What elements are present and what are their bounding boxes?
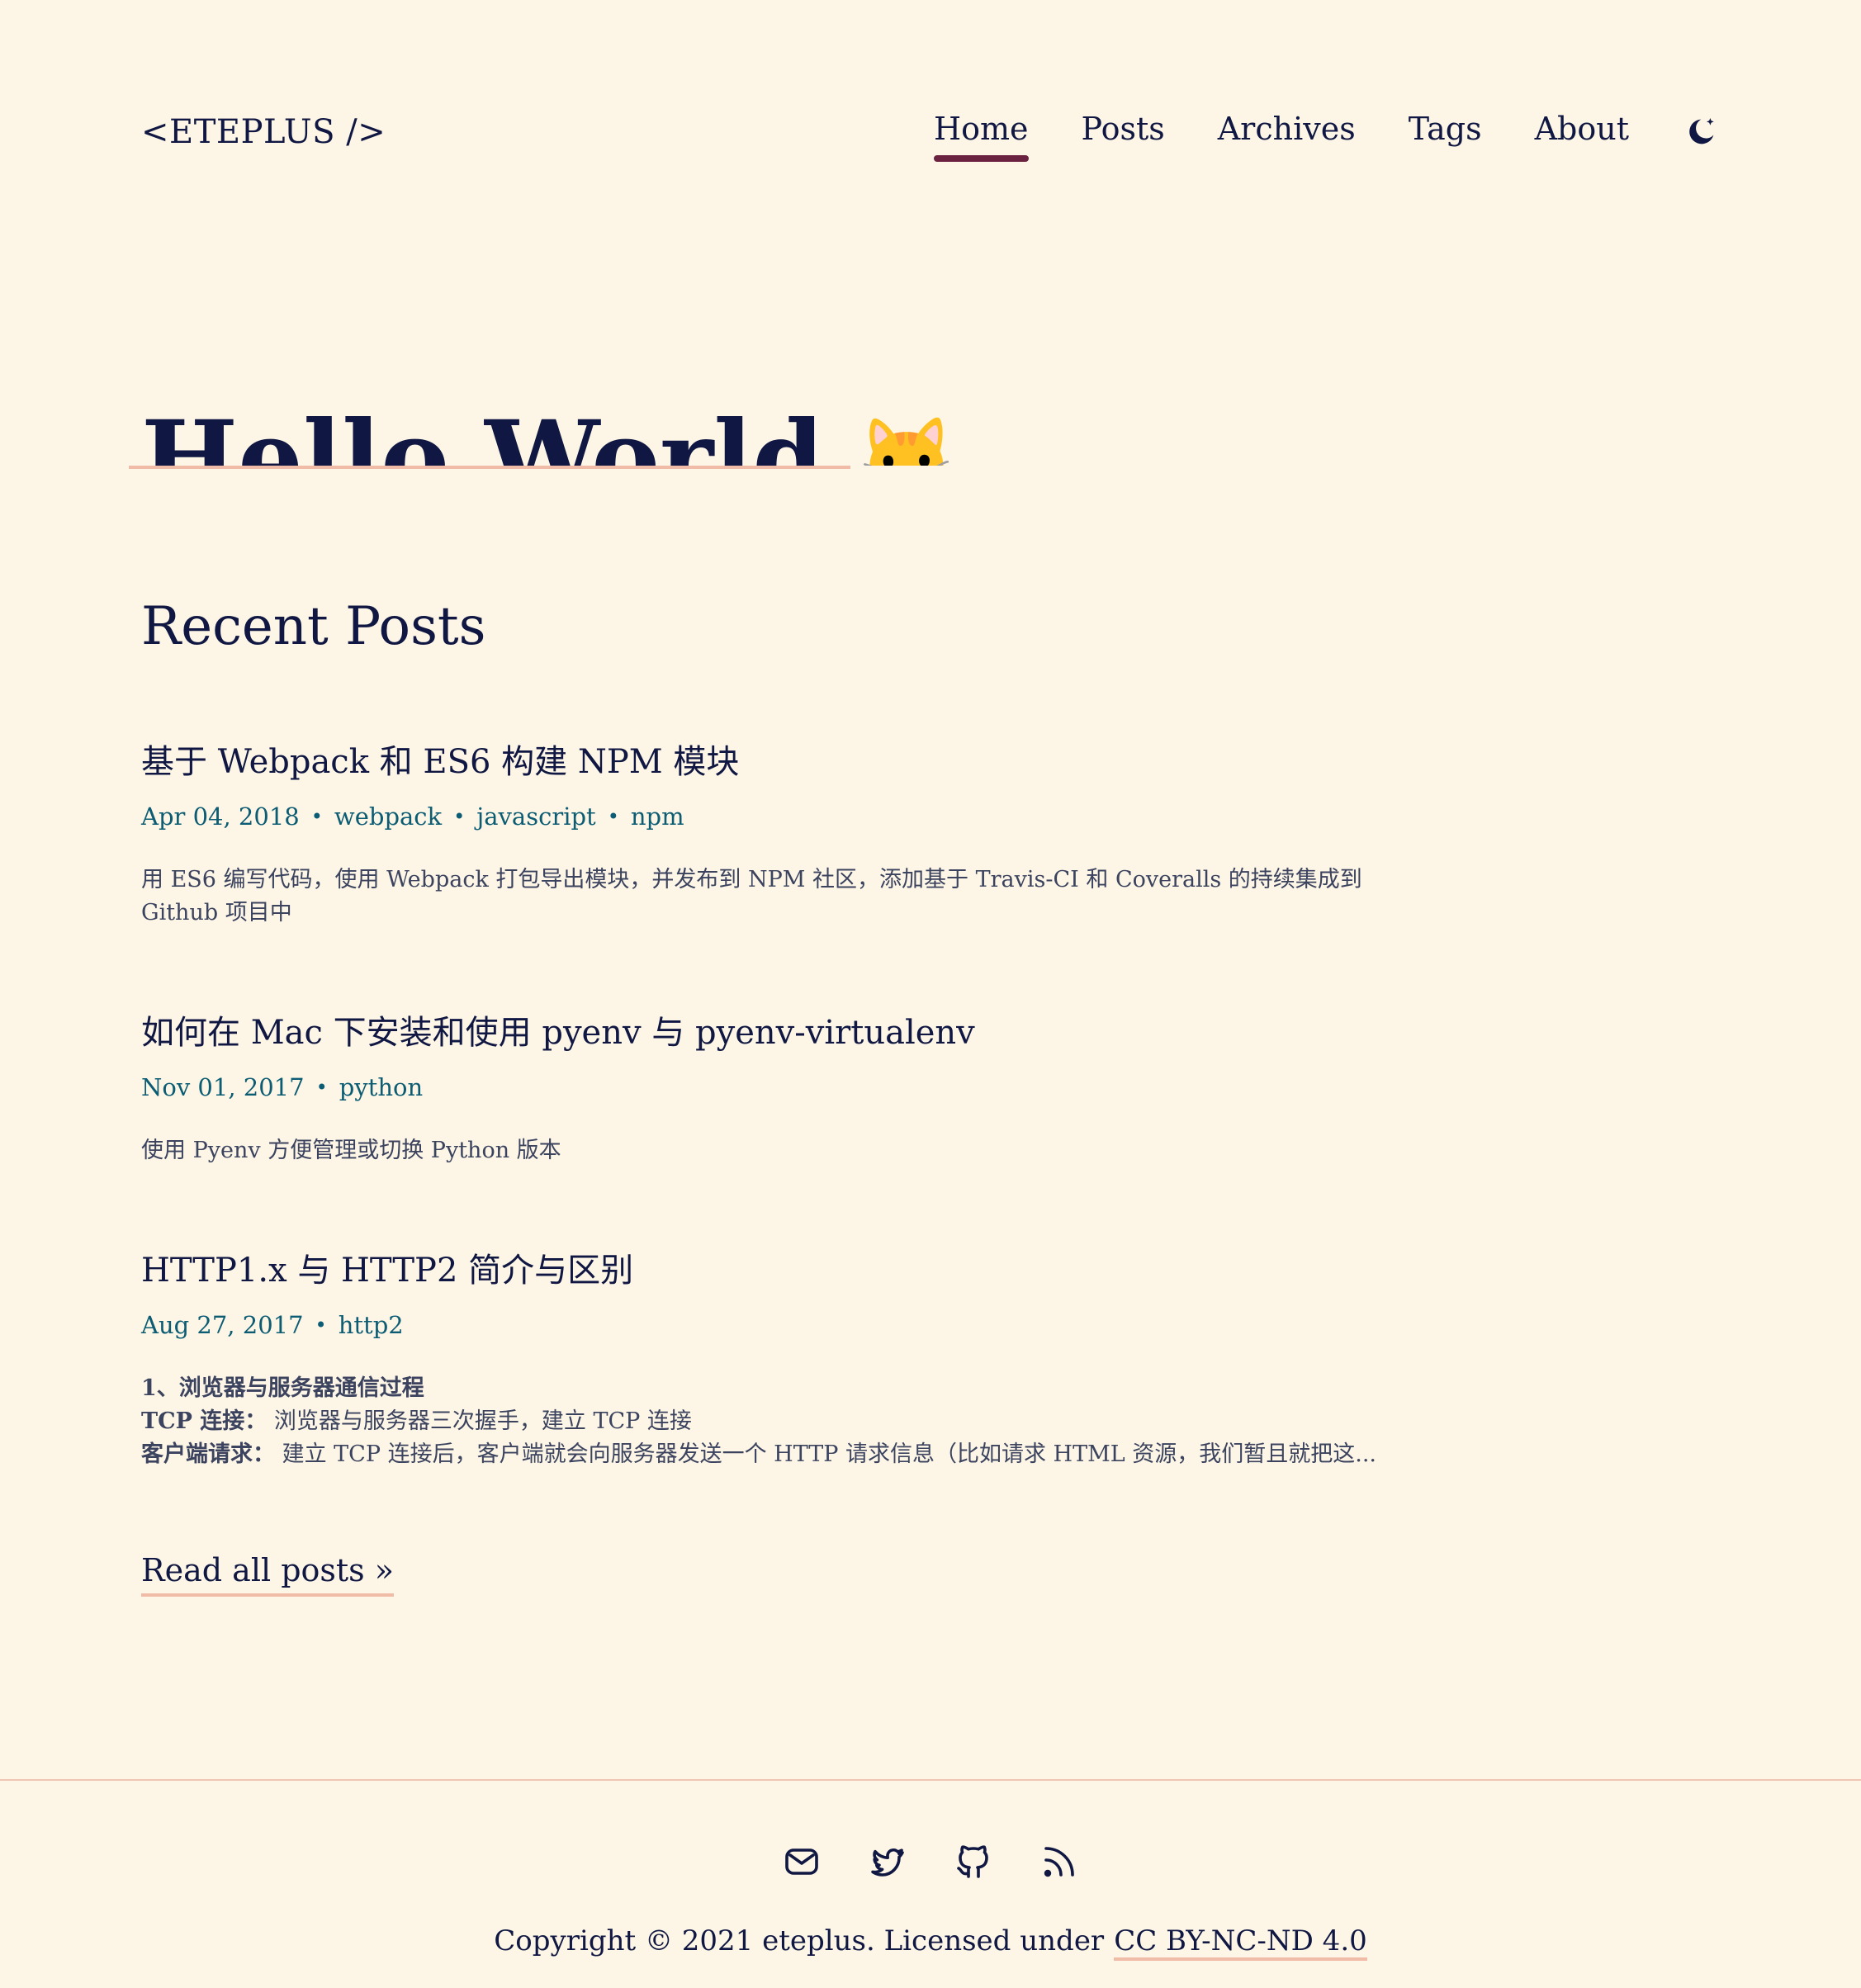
- post-title[interactable]: 如何在 Mac 下安装和使用 pyenv 与 pyenv-virtualenv: [141, 1006, 1720, 1053]
- main-nav: Home Posts Archives Tags About: [934, 111, 1720, 162]
- copyright-text: Copyright © 2021 eteplus. Licensed under: [494, 1924, 1105, 1957]
- post-tag[interactable]: http2: [339, 1311, 404, 1339]
- post-item: HTTP1.x 与 HTTP2 简介与区别 Aug 27, 2017 • htt…: [141, 1243, 1720, 1471]
- excerpt-text: 浏览器与服务器三次握手，建立 TCP 连接: [267, 1408, 692, 1434]
- excerpt-line: 1、浏览器与服务器通信过程: [141, 1372, 1380, 1405]
- github-icon[interactable]: [954, 1842, 993, 1882]
- post-meta: Aug 27, 2017 • http2: [141, 1311, 1720, 1339]
- social-links: [0, 1842, 1861, 1882]
- license-link[interactable]: CC BY-NC-ND 4.0: [1114, 1924, 1367, 1961]
- theme-toggle-button[interactable]: [1682, 113, 1720, 151]
- post-tag[interactable]: webpack: [334, 802, 442, 831]
- post-item: 如何在 Mac 下安装和使用 pyenv 与 pyenv-virtualenv …: [141, 1006, 1720, 1167]
- rss-icon[interactable]: [1039, 1842, 1079, 1882]
- meta-separator: •: [315, 1314, 327, 1337]
- meta-separator: •: [310, 805, 323, 828]
- post-date: Aug 27, 2017: [141, 1311, 304, 1339]
- post-meta: Apr 04, 2018 • webpack • javascript • np…: [141, 802, 1720, 831]
- moon-icon: [1689, 118, 1714, 144]
- cat-emoji-icon: 🐱: [857, 412, 956, 466]
- post-date: Apr 04, 2018: [141, 802, 300, 831]
- post-excerpt: 用 ES6 编写代码，使用 Webpack 打包导出模块，并发布到 NPM 社区…: [141, 867, 1362, 925]
- recent-posts-title: Recent Posts: [141, 596, 486, 657]
- excerpt-bold: TCP 连接：: [141, 1408, 268, 1434]
- post-meta: Nov 01, 2017 • python: [141, 1073, 1720, 1101]
- main-content: Hello World 🐱 Recent Posts 基于 Webpack 和 …: [141, 380, 1720, 1597]
- nav-tags[interactable]: Tags: [1409, 111, 1482, 154]
- hero-underline: [129, 466, 850, 469]
- twitter-icon[interactable]: [868, 1842, 907, 1882]
- meta-separator: •: [315, 1076, 328, 1099]
- nav-home[interactable]: Home: [934, 111, 1029, 162]
- read-all-posts-link[interactable]: Read all posts »: [141, 1552, 395, 1597]
- post-title[interactable]: 基于 Webpack 和 ES6 构建 NPM 模块: [141, 735, 1720, 783]
- post-item: 基于 Webpack 和 ES6 构建 NPM 模块 Apr 04, 2018 …: [141, 735, 1720, 930]
- post-title[interactable]: HTTP1.x 与 HTTP2 简介与区别: [141, 1243, 1720, 1291]
- meta-separator: •: [453, 805, 466, 828]
- post-tag[interactable]: npm: [631, 802, 684, 831]
- site-logo[interactable]: <ETEPLUS />: [141, 113, 386, 151]
- hero: Hello World 🐱: [141, 380, 1720, 466]
- site-header: <ETEPLUS /> Home Posts Archives Tags Abo…: [141, 91, 1720, 173]
- site-footer: Copyright © 2021 eteplus. Licensed under…: [0, 1779, 1861, 1988]
- excerpt-bold: 客户端请求：: [141, 1441, 275, 1467]
- hero-title: Hello World 🐱: [141, 380, 1720, 466]
- nav-archives[interactable]: Archives: [1218, 111, 1356, 154]
- post-date: Nov 01, 2017: [141, 1073, 305, 1101]
- meta-separator: •: [607, 805, 619, 828]
- nav-about[interactable]: About: [1535, 111, 1629, 154]
- mail-icon[interactable]: [782, 1842, 822, 1882]
- excerpt-text: 建立 TCP 连接后，客户端就会向服务器发送一个 HTTP 请求信息（比如请求 …: [275, 1441, 1377, 1467]
- post-excerpt: 使用 Pyenv 方便管理或切换 Python 版本: [141, 1138, 561, 1163]
- post-excerpt: 1、浏览器与服务器通信过程 TCP 连接： 浏览器与服务器三次握手，建立 TCP…: [141, 1372, 1380, 1471]
- nav-posts[interactable]: Posts: [1082, 111, 1165, 154]
- post-tag[interactable]: javascript: [476, 802, 595, 831]
- excerpt-bold: 1、浏览器与服务器通信过程: [141, 1375, 424, 1401]
- post-tag[interactable]: python: [339, 1073, 423, 1101]
- hero-title-text: Hello World: [141, 399, 825, 466]
- copyright: Copyright © 2021 eteplus. Licensed under…: [0, 1924, 1861, 1961]
- excerpt-line: TCP 连接： 浏览器与服务器三次握手，建立 TCP 连接: [141, 1405, 1380, 1438]
- excerpt-line: 客户端请求： 建立 TCP 连接后，客户端就会向服务器发送一个 HTTP 请求信…: [141, 1438, 1380, 1471]
